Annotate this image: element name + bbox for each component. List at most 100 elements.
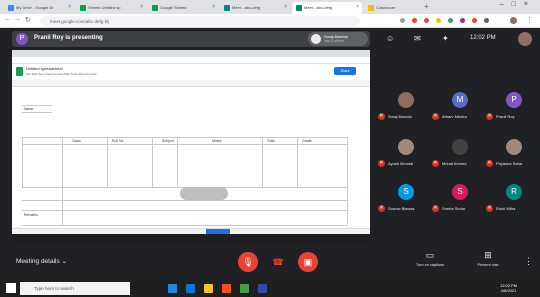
mic-off-icon: ✕	[378, 160, 385, 167]
app-icon[interactable]	[258, 284, 267, 293]
new-tab-icon[interactable]: +	[424, 2, 429, 11]
close-tab-icon[interactable]: ×	[140, 4, 143, 10]
leave-call-button[interactable]: ☎	[268, 252, 288, 272]
spreadsheet-grid: Name Class Roll No Subject Marks Total G…	[12, 87, 370, 228]
windows-start-icon[interactable]	[6, 283, 16, 293]
participant-tile[interactable]: ✕ Priyanka Saha	[486, 135, 540, 175]
close-window-icon[interactable]: ×	[524, 1, 536, 8]
extension-icon[interactable]	[448, 18, 453, 23]
user-avatar[interactable]	[518, 32, 532, 46]
captions-button[interactable]: ▭ Turn on captions	[410, 250, 450, 267]
maximize-icon[interactable]: □	[512, 1, 524, 8]
browser-toolbar: ← → ↻ meet.google.com/abc-defg-hij ⋮	[0, 14, 540, 28]
grid-cell: Remarks	[24, 213, 39, 217]
grid-cell: Subject	[162, 139, 174, 143]
participant-tile[interactable]: ✕ Mrinal Ahmed	[432, 135, 488, 175]
tab-favicon-icon	[296, 5, 302, 11]
doc-title: Untitled spreadsheet	[26, 66, 63, 71]
extension-icon[interactable]	[472, 18, 477, 23]
shared-screen: Untitled spreadsheet File Edit View Inse…	[12, 50, 370, 244]
self-view-chip[interactable]: Suraj Mondal You & others	[308, 32, 368, 46]
grid-cell: Total	[267, 139, 275, 143]
participant-avatar	[452, 139, 468, 155]
extension-icon[interactable]	[460, 18, 465, 23]
camera-off-icon: ▣	[303, 257, 313, 267]
meeting-details-button[interactable]: Meeting details ⌄	[16, 257, 67, 265]
file-explorer-icon[interactable]	[204, 284, 213, 293]
participant-tile[interactable]: P ✕ Pranil Roy	[486, 88, 540, 128]
mic-off-icon: ✕	[432, 160, 439, 167]
browser-tab[interactable]: Google Sheets ×	[148, 2, 218, 14]
mic-off-icon: ✕	[432, 113, 439, 120]
extension-icon[interactable]	[424, 18, 429, 23]
browser-tab[interactable]: Sheets Untitled sp ×	[76, 2, 146, 14]
people-icon[interactable]: ☺	[386, 34, 394, 43]
shared-browser-tabs	[12, 50, 370, 57]
chrome-icon[interactable]	[222, 284, 231, 293]
sheets-header: Untitled spreadsheet File Edit View Inse…	[12, 64, 370, 80]
close-tab-icon[interactable]: ×	[284, 4, 287, 10]
participant-avatar: S	[452, 184, 468, 200]
close-tab-icon[interactable]: ×	[356, 4, 359, 10]
close-tab-icon[interactable]: ×	[68, 4, 71, 10]
mic-off-icon: 🎙	[242, 257, 254, 267]
mic-toggle-button[interactable]: 🎙	[238, 252, 258, 272]
participant-tile[interactable]: M ✕ Atharv Mishra	[432, 88, 488, 128]
forward-icon[interactable]: →	[14, 16, 21, 23]
participant-tile[interactable]: ✕ Ayush Mondal	[378, 135, 434, 175]
chevron-down-icon: ⌄	[61, 258, 67, 265]
extension-icon[interactable]	[400, 18, 405, 23]
meeting-clock: 12:02 PM	[470, 35, 496, 41]
present-now-button[interactable]: ⊞ Present now	[468, 250, 508, 267]
browser-tab[interactable]: Classroom	[364, 2, 420, 14]
minimize-icon[interactable]: –	[500, 1, 512, 8]
more-options-icon[interactable]: ⋮	[524, 256, 533, 267]
grid-cell: Marks	[212, 139, 222, 143]
tab-favicon-icon	[224, 5, 230, 11]
edge-icon[interactable]	[186, 284, 195, 293]
sheets-menu: File Edit View Insert Format Data Tools …	[26, 72, 97, 76]
sheets-logo-icon	[16, 67, 23, 76]
cursor-highlight	[180, 187, 228, 200]
participant-tile[interactable]: ✕ Suraj Mondal	[378, 88, 434, 128]
window-controls: –□×	[500, 1, 536, 8]
close-tab-icon[interactable]: ×	[212, 4, 215, 10]
presenter-avatar: P	[16, 33, 28, 45]
browser-tab-bar: My Drive - Google Dr × Sheets Untitled s…	[0, 0, 540, 14]
participant-avatar: P	[506, 92, 522, 108]
participant-tile[interactable]: S ✕ Sneha Sinha	[432, 180, 488, 220]
grid-cell: Roll No	[112, 139, 124, 143]
self-avatar-icon	[311, 34, 321, 44]
browser-tab-active[interactable]: Meet - abc-defg ×	[292, 2, 362, 14]
taskbar-clock[interactable]: 12:02 PM 4/8/2021	[500, 283, 517, 293]
task-view-icon[interactable]	[168, 284, 177, 293]
tab-favicon-icon	[368, 5, 374, 11]
shared-address-bar	[12, 57, 370, 64]
address-bar[interactable]: meet.google.com/abc-defg-hij	[40, 16, 360, 26]
activities-icon[interactable]: ✦	[442, 34, 449, 43]
mic-off-icon: ✕	[378, 113, 385, 120]
extension-icon[interactable]	[412, 18, 417, 23]
grid-cell: Name	[24, 107, 34, 111]
browser-menu-icon[interactable]: ⋮	[526, 16, 533, 24]
participants-grid: ✕ Suraj Mondal M ✕ Atharv Mishra P ✕ Pra…	[378, 50, 540, 244]
participant-avatar: S	[398, 184, 414, 200]
taskbar-search-input[interactable]: Type here to search	[20, 282, 130, 295]
chat-icon[interactable]: ✉	[414, 34, 421, 43]
browser-tab[interactable]: My Drive - Google Dr ×	[4, 2, 74, 14]
captions-icon: ▭	[425, 250, 435, 260]
browser-tab[interactable]: Meet - abc-defg ×	[220, 2, 290, 14]
tab-favicon-icon	[8, 5, 14, 11]
profile-avatar[interactable]	[510, 17, 517, 24]
store-icon[interactable]	[240, 284, 249, 293]
reload-icon[interactable]: ↻	[25, 16, 31, 24]
share-button: Share	[334, 67, 356, 75]
participant-tile[interactable]: S ✕ Sourav Biswas	[378, 180, 434, 220]
participant-tile[interactable]: R ✕ Ronit Mitra	[486, 180, 540, 220]
extension-icon[interactable]	[436, 18, 441, 23]
camera-toggle-button[interactable]: ▣	[298, 252, 318, 272]
participant-avatar: R	[506, 184, 522, 200]
extension-icon[interactable]	[484, 18, 489, 23]
back-icon[interactable]: ←	[4, 16, 11, 23]
tab-favicon-icon	[152, 5, 158, 11]
